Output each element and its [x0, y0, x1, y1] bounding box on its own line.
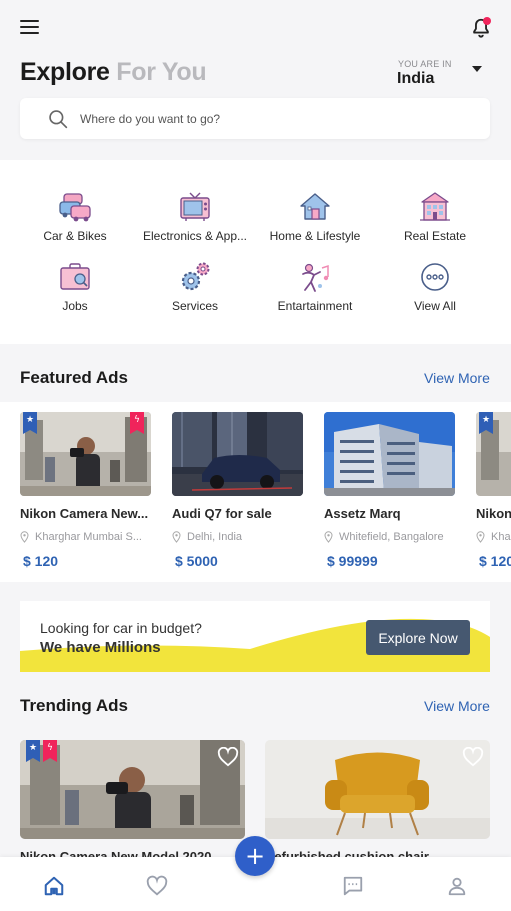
ad-image — [476, 412, 511, 496]
ad-image — [265, 740, 490, 839]
category-electronics[interactable]: Electronics & App... — [135, 190, 255, 243]
page-title: Explore For You — [20, 58, 207, 87]
category-label: Car & Bikes — [43, 229, 107, 243]
ad-title: Assetz Marq — [324, 506, 401, 521]
building-icon — [420, 192, 450, 221]
tv-icon — [180, 192, 210, 221]
location-caption: YOU ARE IN — [398, 59, 452, 69]
search-bar — [20, 98, 490, 139]
gears-icon — [181, 262, 210, 291]
title-accent: For You — [116, 58, 207, 86]
featured-ad-card[interactable]: Nikon Camera New... Kharghar Mumbai S...… — [476, 412, 511, 569]
notification-dot — [483, 17, 491, 25]
explore-now-button[interactable]: Explore Now — [366, 620, 470, 655]
ad-image — [172, 412, 303, 496]
category-label: Electronics & App... — [142, 229, 248, 243]
featured-ads-title: Featured Ads — [20, 368, 129, 387]
trending-ads-title: Trending Ads — [20, 696, 128, 715]
ad-title: Nikon Camera New... — [476, 506, 511, 521]
app-screen: Explore For You YOU ARE IN India Car & B… — [0, 0, 511, 911]
search-input[interactable] — [80, 98, 480, 139]
ad-image — [324, 412, 455, 496]
ad-price: $ 99999 — [327, 553, 378, 569]
search-icon — [49, 110, 68, 129]
ad-title: Audi Q7 for sale — [172, 506, 272, 521]
home-icon[interactable] — [43, 875, 65, 897]
trending-view-more-link[interactable]: View More — [424, 698, 490, 714]
ad-image — [20, 740, 245, 839]
ad-title: Nikon Camera New... — [20, 506, 149, 521]
featured-view-more-link[interactable]: View More — [424, 370, 490, 386]
category-label: Home & Lifestyle — [269, 229, 361, 243]
ad-price: $ 120 — [479, 553, 511, 569]
location-value[interactable]: India — [397, 70, 434, 88]
ad-price: $ 120 — [23, 553, 59, 569]
category-label: Real Estate — [403, 229, 467, 243]
car-icon — [59, 193, 91, 222]
location-pin-icon — [476, 531, 485, 543]
more-icon — [421, 263, 449, 291]
category-label: Services — [171, 299, 218, 313]
ad-location: Kharghar Mumbai S... — [20, 531, 151, 543]
category-home-lifestyle[interactable]: Home & Lifestyle — [255, 190, 375, 243]
music-icon — [302, 263, 329, 292]
location-pin-icon — [172, 531, 181, 543]
ad-image — [20, 412, 151, 496]
trending-ad-card[interactable]: Nikon Camera New Model 2020 — [20, 740, 245, 864]
category-entertainment[interactable]: Entartainment — [255, 260, 375, 313]
category-jobs[interactable]: Jobs — [15, 260, 135, 313]
chat-icon[interactable] — [342, 875, 364, 897]
house-icon — [300, 193, 330, 220]
featured-ads-carousel: Nikon Camera New... Kharghar Mumbai S...… — [0, 402, 511, 582]
category-car-bikes[interactable]: Car & Bikes — [15, 190, 135, 243]
ad-location-text: Kharghar Mumbai S... — [35, 531, 142, 543]
location-pin-icon — [324, 531, 333, 543]
top-header: Explore For You YOU ARE IN India — [0, 0, 511, 160]
ad-price: $ 5000 — [175, 553, 218, 569]
featured-ad-card[interactable]: Assetz Marq Whitefield, Bangalore $ 9999… — [324, 412, 455, 569]
ad-location: Kharghar Mumbai S... — [476, 531, 511, 543]
category-label: Entartainment — [277, 299, 353, 313]
ad-location: Whitefield, Bangalore — [324, 531, 455, 543]
promo-banner: Looking for car in budget? We have Milli… — [20, 601, 490, 672]
ad-location-text: Kharghar Mumbai S... — [491, 531, 511, 543]
category-label: View All — [414, 299, 456, 313]
category-grid: Car & Bikes Electronics & App... Home & … — [0, 160, 511, 344]
profile-icon[interactable] — [446, 875, 468, 897]
featured-ad-card[interactable]: Nikon Camera New... Kharghar Mumbai S...… — [20, 412, 151, 569]
category-view-all[interactable]: View All — [375, 260, 495, 313]
ad-location-text: Delhi, India — [187, 531, 243, 543]
favorite-heart-icon[interactable] — [462, 747, 484, 767]
promo-line1: Looking for car in budget? — [40, 620, 202, 636]
featured-ad-card[interactable]: Audi Q7 for sale Delhi, India $ 5000 — [172, 412, 303, 569]
category-real-estate[interactable]: Real Estate — [375, 190, 495, 243]
category-services[interactable]: Services — [135, 260, 255, 313]
add-post-button[interactable]: + — [235, 836, 275, 876]
favorites-heart-icon[interactable] — [146, 875, 168, 897]
location-dropdown-icon[interactable] — [472, 66, 482, 72]
category-label: Jobs — [62, 299, 88, 313]
ad-location: Delhi, India — [172, 531, 303, 543]
favorite-heart-icon[interactable] — [217, 747, 239, 767]
trending-ad-card[interactable]: Refurbished cushion chair — [265, 740, 490, 864]
hamburger-menu-icon[interactable] — [20, 20, 39, 36]
location-pin-icon — [20, 531, 29, 543]
briefcase-icon — [60, 263, 90, 290]
ad-location-text: Whitefield, Bangalore — [339, 531, 444, 543]
promo-line2: We have Millions — [40, 639, 161, 656]
title-main: Explore — [20, 58, 110, 86]
